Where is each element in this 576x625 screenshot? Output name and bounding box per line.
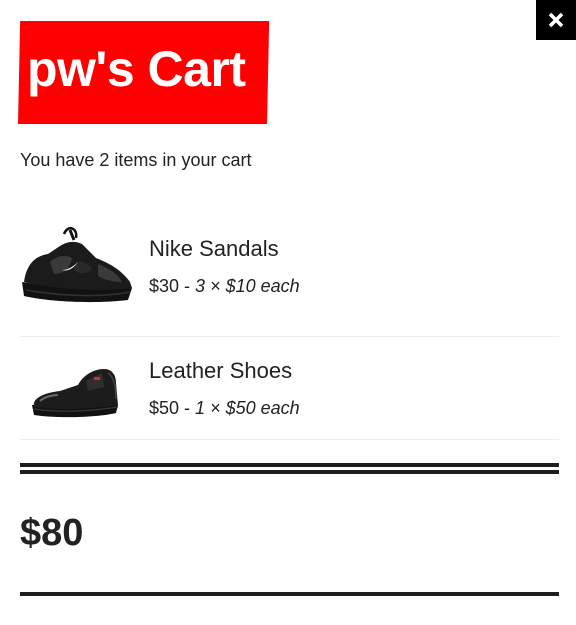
close-icon: [547, 11, 565, 29]
item-subtotal: $50: [149, 398, 180, 418]
item-subtotal: $30: [149, 276, 180, 296]
item-name: Nike Sandals: [149, 236, 279, 261]
leather-shoe-image: [20, 359, 135, 421]
sandal-image: [20, 224, 135, 304]
divider: [20, 592, 559, 596]
cart-total: $80: [20, 512, 84, 554]
cart-item: Nike Sandals $30 - 3 × $10 each: [20, 214, 559, 337]
page-title: pw's Cart: [27, 41, 246, 97]
item-price-line: $30 - 3 × $10 each: [149, 276, 300, 297]
price-separator: -: [179, 276, 196, 296]
divider: [20, 470, 559, 474]
item-price-line: $50 - 1 × $50 each: [149, 398, 300, 419]
cart-item: Leather Shoes $50 - 1 × $50 each: [20, 337, 559, 440]
close-button[interactable]: [536, 0, 576, 40]
price-separator: -: [179, 398, 196, 418]
item-quantity-price: 1 × $50 each: [195, 398, 300, 418]
item-quantity-price: 3 × $10 each: [195, 276, 300, 296]
cart-title-banner: pw's Cart: [18, 21, 270, 124]
cart-summary: You have 2 items in your cart: [20, 150, 252, 170]
item-name: Leather Shoes: [149, 358, 293, 383]
divider: [20, 463, 559, 467]
